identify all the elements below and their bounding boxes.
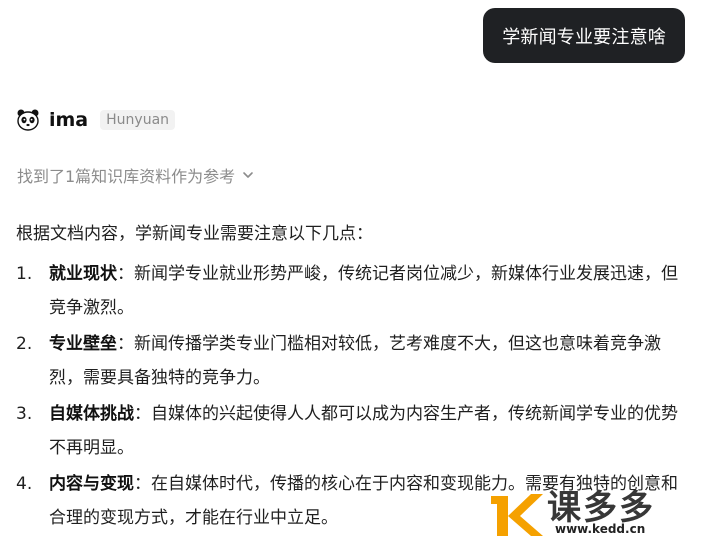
list-item: 1. 就业现状：新闻学专业就业形势严峻，传统记者岗位减少，新媒体行业发展迅速，但…: [16, 257, 692, 325]
panda-icon: [16, 108, 40, 132]
list-item-number: 4.: [16, 474, 33, 494]
list-item-title: 自媒体挑战: [49, 404, 134, 424]
k-logo-icon: [491, 494, 543, 536]
user-message-bubble: 学新闻专业要注意啥: [483, 8, 685, 63]
list-item-title: 就业现状: [49, 264, 117, 284]
model-tag: Hunyuan: [100, 110, 176, 130]
list-item-text: ：新闻学专业就业形势严峻，传统记者岗位减少，新媒体行业发展迅速，但竞争激烈。: [49, 264, 678, 318]
watermark-url: www.kedd.cn: [555, 522, 646, 536]
list-item-text: ：新闻传播学类专业门槛相对较低，艺考难度不大，但这也意味着竞争激烈，需要具备独特…: [49, 334, 661, 388]
list-item-number: 1.: [16, 264, 33, 284]
list-item-text: ：自媒体的兴起使得人人都可以成为内容生产者，传统新闻学专业的优势不再明显。: [49, 404, 678, 458]
list-item-number: 3.: [16, 404, 33, 424]
assistant-header: ima Hunyuan: [16, 108, 176, 132]
list-item-number: 2.: [16, 334, 33, 354]
list-item: 2. 专业壁垒：新闻传播学类专业门槛相对较低，艺考难度不大，但这也意味着竞争激烈…: [16, 327, 692, 395]
list-item-title: 内容与变现: [49, 474, 134, 494]
watermark-logo: 课多多 www.kedd.cn: [491, 480, 701, 540]
references-label: 找到了1篇知识库资料作为参考: [17, 167, 236, 186]
chat-page: 学新闻专业要注意啥 ima Hunyuan 找到了1篇知识库资料作为参考 根据文…: [0, 0, 705, 544]
user-message-text: 学新闻专业要注意啥: [502, 26, 666, 48]
assistant-name: ima: [49, 109, 89, 131]
chevron-down-icon: [243, 172, 253, 178]
references-toggle[interactable]: 找到了1篇知识库资料作为参考: [17, 163, 255, 187]
list-item-title: 专业壁垒: [49, 334, 117, 354]
answer-intro: 根据文档内容，学新闻专业需要注意以下几点：: [16, 224, 373, 244]
list-item: 3. 自媒体挑战：自媒体的兴起使得人人都可以成为内容生产者，传统新闻学专业的优势…: [16, 397, 692, 465]
